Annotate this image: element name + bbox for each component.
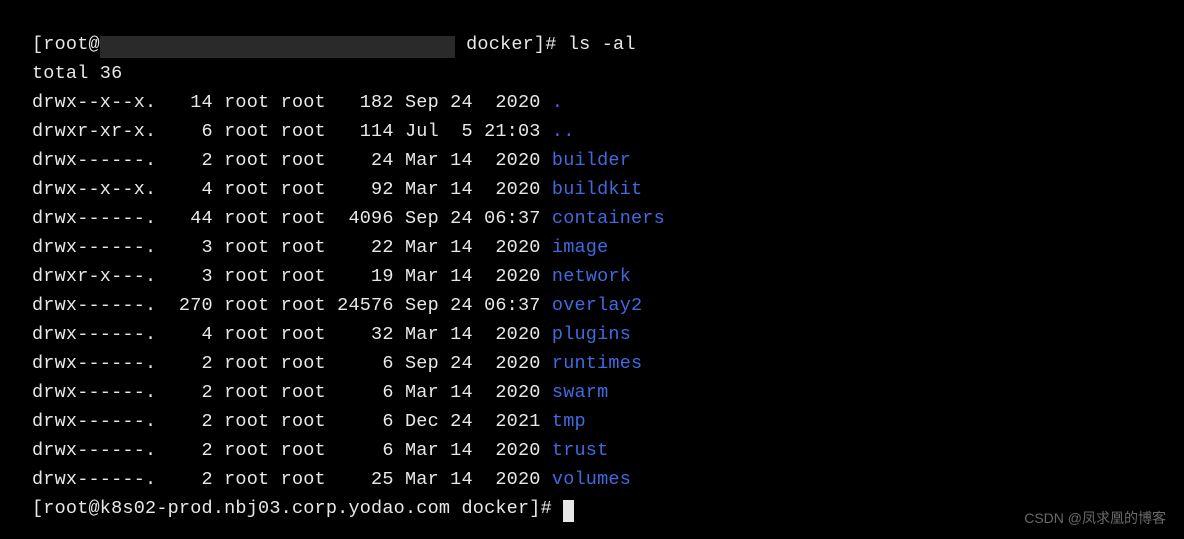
row-filename: trust (552, 440, 609, 461)
prompt-line-2: [root@k8s02-prod.nbj03.corp.yodao.com do… (32, 494, 1184, 523)
row-filename: .. (552, 121, 575, 142)
row-filename: network (552, 266, 631, 287)
command-text: ls -al (568, 34, 636, 55)
row-meta: drwxr-x---. 3 root root 19 Mar 14 2020 (32, 266, 552, 287)
listing-row: drwx--x--x. 14 root root 182 Sep 24 2020… (32, 88, 1184, 117)
listing-row: drwx------. 2 root root 25 Mar 14 2020 v… (32, 465, 1184, 494)
listing-row: drwx------. 2 root root 6 Mar 14 2020 sw… (32, 378, 1184, 407)
listing-row: drwx------. 2 root root 6 Dec 24 2021 tm… (32, 407, 1184, 436)
total-line: total 36 (32, 59, 1184, 88)
row-filename: builder (552, 150, 631, 171)
row-filename: . (552, 92, 563, 113)
row-filename: containers (552, 208, 665, 229)
row-filename: tmp (552, 411, 586, 432)
row-filename: overlay2 (552, 295, 642, 316)
row-filename: volumes (552, 469, 631, 490)
prompt-prefix: [root@ (32, 34, 100, 55)
prompt-line: [root@ docker]# ls -al (32, 30, 1184, 59)
row-filename: runtimes (552, 353, 642, 374)
row-meta: drwx--x--x. 4 root root 92 Mar 14 2020 (32, 179, 552, 200)
row-filename: plugins (552, 324, 631, 345)
terminal-output[interactable]: [root@ docker]# ls -altotal 36drwx--x--x… (32, 30, 1184, 523)
row-meta: drwx------. 2 root root 6 Dec 24 2021 (32, 411, 552, 432)
row-meta: drwx------. 44 root root 4096 Sep 24 06:… (32, 208, 552, 229)
listing-row: drwx------. 270 root root 24576 Sep 24 0… (32, 291, 1184, 320)
row-meta: drwx------. 2 root root 24 Mar 14 2020 (32, 150, 552, 171)
cursor-icon (563, 500, 574, 522)
row-meta: drwx------. 2 root root 6 Mar 14 2020 (32, 382, 552, 403)
row-meta: drwx------. 4 root root 32 Mar 14 2020 (32, 324, 552, 345)
row-meta: drwx------. 2 root root 25 Mar 14 2020 (32, 469, 552, 490)
row-meta: drwx------. 270 root root 24576 Sep 24 0… (32, 295, 552, 316)
listing-row: drwx------. 2 root root 6 Sep 24 2020 ru… (32, 349, 1184, 378)
row-meta: drwx--x--x. 14 root root 182 Sep 24 2020 (32, 92, 552, 113)
prompt-text: [root@k8s02-prod.nbj03.corp.yodao.com do… (32, 498, 563, 519)
listing-row: drwxr-xr-x. 6 root root 114 Jul 5 21:03 … (32, 117, 1184, 146)
row-filename: image (552, 237, 609, 258)
prompt-suffix: docker]# (455, 34, 568, 55)
listing-row: drwx------. 44 root root 4096 Sep 24 06:… (32, 204, 1184, 233)
listing-row: drwx------. 4 root root 32 Mar 14 2020 p… (32, 320, 1184, 349)
row-meta: drwx------. 2 root root 6 Mar 14 2020 (32, 440, 552, 461)
row-meta: drwxr-xr-x. 6 root root 114 Jul 5 21:03 (32, 121, 552, 142)
listing-row: drwx------. 2 root root 24 Mar 14 2020 b… (32, 146, 1184, 175)
row-filename: buildkit (552, 179, 642, 200)
row-meta: drwx------. 3 root root 22 Mar 14 2020 (32, 237, 552, 258)
row-filename: swarm (552, 382, 609, 403)
watermark-text: CSDN @凤求凰的博客 (1024, 504, 1166, 533)
redacted-hostname (100, 36, 455, 58)
listing-row: drwx--x--x. 4 root root 92 Mar 14 2020 b… (32, 175, 1184, 204)
row-meta: drwx------. 2 root root 6 Sep 24 2020 (32, 353, 552, 374)
listing-row: drwx------. 2 root root 6 Mar 14 2020 tr… (32, 436, 1184, 465)
listing-row: drwx------. 3 root root 22 Mar 14 2020 i… (32, 233, 1184, 262)
listing-row: drwxr-x---. 3 root root 19 Mar 14 2020 n… (32, 262, 1184, 291)
